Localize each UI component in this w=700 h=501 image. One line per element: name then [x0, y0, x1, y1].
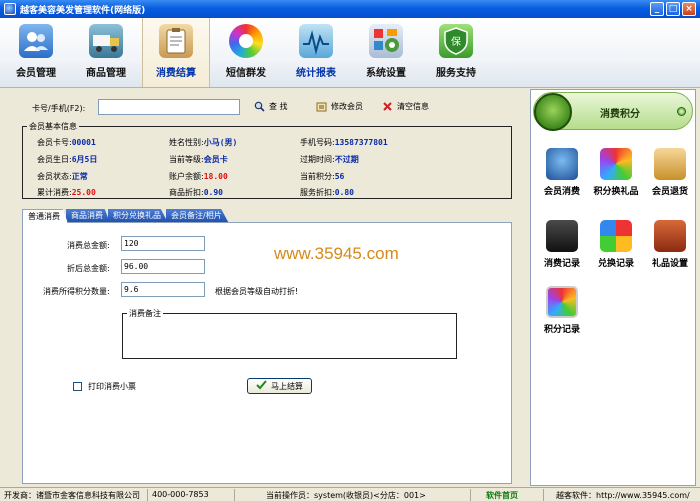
earned-points-input[interactable]: 9.6: [121, 282, 205, 297]
member-info-title: 会员基本信息: [27, 121, 79, 132]
toolbar-service-support[interactable]: 保 服务支持: [422, 18, 490, 87]
status-divider: [470, 489, 471, 501]
status-field: 会员状态:正常: [37, 172, 88, 181]
print-receipt-label: 打印消费小票: [88, 382, 136, 391]
side-member-consume[interactable]: 会员消费: [535, 148, 589, 197]
side-consume-record[interactable]: 消费记录: [535, 220, 589, 269]
points-header-title: 消费积分: [600, 109, 640, 120]
auto-discount-hint: 根据会员等级自动打折!: [215, 287, 299, 296]
member-consume-icon: [546, 148, 578, 180]
side-points-gift[interactable]: 积分换礼品: [587, 148, 645, 197]
main-toolbar: 会员管理 商品管理 消费结算 短信群发 统计报表 系统设置 保 服务支持: [0, 18, 700, 88]
points-field: 当前积分:56: [300, 172, 345, 181]
consume-note-title: 消费备注: [127, 308, 163, 319]
balance-field: 账户余额:18.00: [169, 172, 228, 181]
checkout-panel: 卡号/手机(F2): 查 找 修改会员 清空信息 会员基本信息 会员卡号:000…: [4, 89, 524, 487]
name-gender-field: 姓名性别:小马(男): [169, 138, 238, 147]
magnifier-icon: [254, 101, 265, 112]
tab-points-gift[interactable]: 积分兑换礼品: [108, 209, 168, 223]
phone-field: 手机号码:13587377801: [300, 138, 388, 147]
side-gift-settings[interactable]: 礼品设置: [643, 220, 697, 269]
level-field: 当前等级:会员卡: [169, 155, 228, 164]
settings-gear-icon: [369, 24, 403, 58]
status-dot-icon: [677, 107, 686, 116]
normal-consume-tab-body: 消费总金额: 120 折后总金额: 96.00 消费所得积分数量: 9.6 根据…: [22, 222, 512, 484]
total-consume-field: 累计消费:25.00: [37, 188, 96, 197]
birthday-field: 会员生日:6月5日: [37, 155, 98, 164]
tab-member-notes-photo[interactable]: 会员备注/相片: [166, 209, 229, 223]
gift-settings-icon: [654, 220, 686, 252]
points-record-icon: [546, 286, 578, 318]
watermark-url: www.35945.com: [274, 244, 399, 263]
sms-colorwheel-icon: [229, 24, 263, 58]
member-return-icon: [654, 148, 686, 180]
toolbar-goods-management[interactable]: 商品管理: [72, 18, 140, 87]
window-title: 越客美容美发管理软件(网络版): [20, 5, 146, 16]
status-bar: 开发商：诸暨市金客信息科技有限公司 400-000-7853 当前操作员：sys…: [0, 487, 700, 501]
edit-member-button[interactable]: 修改会员: [316, 101, 363, 112]
checkout-clipboard-icon: [159, 24, 193, 58]
print-receipt-checkbox[interactable]: 打印消费小票: [73, 381, 136, 392]
clear-info-label: 清空信息: [397, 102, 429, 111]
toolbar-system-settings[interactable]: 系统设置: [352, 18, 420, 87]
side-points-record[interactable]: 积分记录: [535, 286, 589, 335]
member-info-group: 会员基本信息 会员卡号:00001 姓名性别:小马(男) 手机号码:135873…: [22, 121, 512, 199]
developer-phone: 400-000-7853: [152, 490, 209, 499]
checkmark-icon: [256, 380, 267, 392]
status-divider: [147, 489, 148, 501]
points-gift-icon: [600, 148, 632, 180]
exchange-record-icon: [600, 220, 632, 252]
svg-text:保: 保: [451, 35, 461, 48]
developer-text: 开发商：诸暨市金客信息科技有限公司: [4, 491, 140, 500]
tab-goods-consume[interactable]: 商品消费: [66, 209, 110, 223]
maximize-button[interactable]: □: [666, 2, 680, 16]
tab-normal-consume[interactable]: 普通消费: [22, 209, 68, 223]
close-button[interactable]: ×: [682, 2, 696, 16]
window-title-bar[interactable]: 越客美容美发管理软件(网络版) _ □ ×: [0, 0, 700, 18]
edit-member-icon: [316, 101, 327, 112]
consume-record-icon: [546, 220, 578, 252]
discounted-amount-input[interactable]: 96.00: [121, 259, 205, 274]
settle-now-label: 马上结算: [271, 381, 303, 391]
goods-truck-icon: [89, 24, 123, 58]
side-member-return[interactable]: 会员退货: [643, 148, 697, 197]
query-button[interactable]: 查 找: [254, 101, 288, 112]
software-home-link[interactable]: 软件首页: [486, 490, 518, 501]
support-shield-icon: 保: [439, 24, 473, 58]
total-amount-label: 消费总金额:: [67, 241, 110, 250]
statistics-chart-icon: [299, 24, 333, 58]
toolbar-statistics-report[interactable]: 统计报表: [282, 18, 350, 87]
card-no-field: 会员卡号:00001: [37, 138, 96, 147]
points-header: 消费积分: [533, 92, 693, 131]
goods-discount-field: 商品折扣:0.90: [169, 188, 223, 197]
frog-mascot-icon: [534, 93, 572, 131]
total-amount-input[interactable]: 120: [121, 236, 205, 251]
website-text: 越客软件：http://www.35945.com/: [556, 491, 690, 500]
search-label: 卡号/手机(F2):: [32, 104, 86, 113]
member-card-icon: [19, 24, 53, 58]
clear-info-button[interactable]: 清空信息: [382, 101, 429, 112]
consume-tabs: 普通消费 商品消费 积分兑换礼品 会员备注/相片: [22, 209, 229, 223]
query-button-label: 查 找: [269, 102, 288, 111]
side-exchange-record[interactable]: 兑换记录: [589, 220, 643, 269]
status-divider: [234, 489, 235, 501]
operator-text: 当前操作员：system(收银员)<分店：001>: [266, 491, 426, 500]
expire-field: 过期时间:不过期: [300, 155, 359, 164]
toolbar-consume-checkout[interactable]: 消费结算: [142, 18, 210, 87]
points-sidebar: 消费积分 会员消费 积分换礼品 会员退货 消费记录 兑换记录 礼品设置 积分记录: [530, 89, 696, 486]
app-icon: [4, 3, 16, 15]
discounted-amount-label: 折后总金额:: [67, 264, 110, 273]
toolbar-sms-broadcast[interactable]: 短信群发: [212, 18, 280, 87]
settle-now-button[interactable]: 马上结算: [247, 378, 312, 394]
edit-member-label: 修改会员: [331, 102, 363, 111]
status-divider: [543, 489, 544, 501]
consume-note-box[interactable]: 消费备注: [122, 308, 457, 359]
checkbox-box[interactable]: [73, 382, 82, 391]
clear-x-icon: [382, 101, 393, 112]
minimize-button[interactable]: _: [650, 2, 664, 16]
card-phone-input[interactable]: [98, 99, 240, 115]
toolbar-member-management[interactable]: 会员管理: [2, 18, 70, 87]
earned-points-label: 消费所得积分数量:: [43, 287, 110, 296]
service-discount-field: 服务折扣:0.80: [300, 188, 354, 197]
